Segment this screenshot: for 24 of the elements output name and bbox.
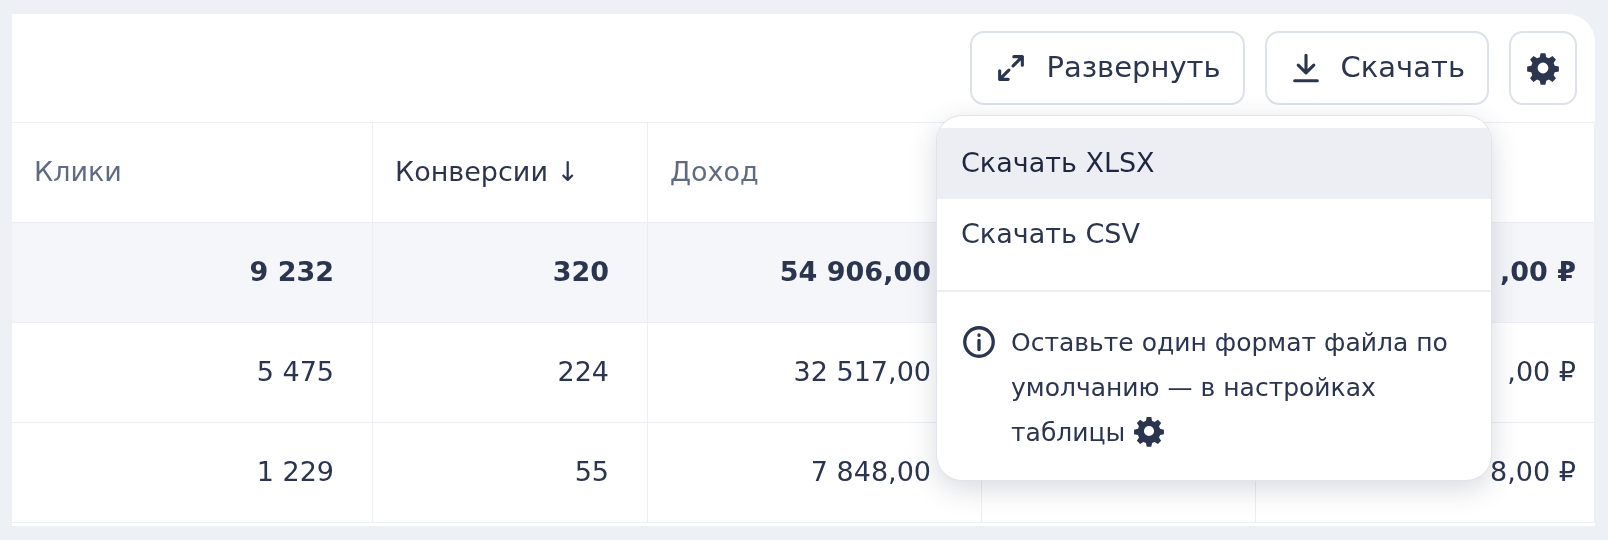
settings-icon — [1526, 51, 1560, 85]
table-cell-text: 5 475 — [256, 355, 334, 390]
column-header[interactable]: Конверсии ↓ — [395, 152, 580, 193]
hint-text: Оставьте один формат файла по умолчанию — в настройках таблицы — [1011, 327, 1449, 449]
table-cell-text: 320 — [552, 255, 609, 290]
table-cell-text: 8,00 ₽ — [1490, 455, 1576, 490]
table-cell-text: 55 — [574, 455, 609, 490]
table-cell-text: ,00 ₽ — [1507, 355, 1576, 390]
menu-item[interactable]: Скачать XLSX — [937, 128, 1491, 199]
column-header[interactable]: Клики — [34, 152, 122, 193]
settings-button[interactable] — [1509, 31, 1577, 105]
column-header[interactable]: Доход — [670, 152, 759, 193]
table-cell-text: 54 906,00 — [779, 255, 931, 290]
info-icon — [961, 324, 997, 360]
table-cell-text: 1 229 — [256, 455, 334, 490]
download-button[interactable]: Скачать — [1264, 31, 1489, 105]
menu-item[interactable]: Скачать CSV — [937, 199, 1491, 270]
table-cell-text: 9 232 — [249, 255, 334, 290]
expand-button[interactable]: Развернуть — [970, 31, 1245, 105]
settings-icon — [1133, 415, 1166, 447]
table-cell-text: 32 517,00 — [793, 355, 931, 390]
table-cell-text: ,00 ₽ — [1499, 255, 1576, 290]
table-cell-text: 224 — [557, 355, 609, 390]
table-cell-text: 7 848,00 — [810, 455, 931, 490]
